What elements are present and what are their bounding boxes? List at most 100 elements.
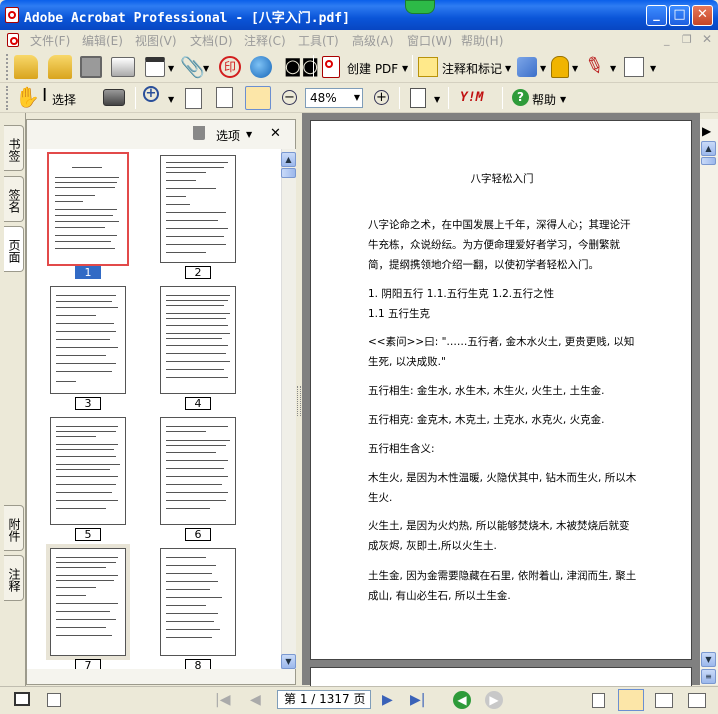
chevron-down-icon[interactable]: ▼	[434, 95, 440, 104]
print-icon[interactable]	[111, 57, 135, 77]
chevron-down-icon[interactable]: ▼	[246, 130, 252, 139]
paperclip-icon[interactable]: 📎	[180, 55, 205, 79]
next-page-icon[interactable]: ▶	[382, 692, 393, 708]
doc-restore-button[interactable]: ❐	[682, 33, 692, 46]
comment-note-icon[interactable]	[418, 57, 438, 77]
scroll-down-button[interactable]: ▼	[281, 654, 296, 669]
first-page-icon[interactable]: |◀	[215, 692, 230, 708]
actual-size-icon[interactable]	[185, 88, 202, 109]
zoom-out-icon[interactable]: −	[282, 90, 297, 105]
chevron-down-icon[interactable]: ▼	[505, 64, 511, 73]
continuous-icon[interactable]	[618, 689, 644, 711]
page-layout-icon[interactable]	[410, 88, 426, 108]
options-menu[interactable]: 选项	[216, 127, 240, 144]
menu-document[interactable]: 文档(D)	[190, 32, 233, 49]
fit-width-icon[interactable]	[245, 86, 271, 110]
scroll-up-button[interactable]: ▲	[281, 152, 296, 167]
chevron-down-icon[interactable]: ▼	[540, 64, 546, 73]
review-icon[interactable]	[517, 57, 537, 77]
secure-icon[interactable]: 印	[219, 56, 241, 78]
select-tool-button[interactable]: 选择	[52, 91, 76, 108]
page-thumbnail-8[interactable]	[160, 548, 236, 656]
forms-icon[interactable]	[624, 57, 644, 77]
select-cursor-icon[interactable]: I	[42, 87, 47, 105]
trash-icon[interactable]	[193, 126, 205, 140]
menu-window[interactable]: 窗口(W)	[407, 32, 452, 49]
updater-tab-icon[interactable]	[405, 0, 435, 14]
create-pdf-icon[interactable]	[322, 56, 340, 78]
zoom-in-icon[interactable]: +	[143, 86, 159, 102]
page-thumbnail-4[interactable]	[160, 286, 236, 394]
previous-view-icon[interactable]: ◀	[453, 691, 471, 709]
menu-comments[interactable]: 注释(C)	[244, 32, 286, 49]
attach-print-icon[interactable]	[145, 57, 165, 77]
lock-icon[interactable]	[551, 56, 569, 78]
doc-properties-icon[interactable]	[47, 693, 61, 707]
page-thumbnail-2[interactable]	[160, 155, 236, 263]
tab-signatures[interactable]: 签名	[4, 176, 24, 222]
split-view-button[interactable]: ≡	[701, 669, 716, 684]
page-thumbnail-1[interactable]	[50, 155, 126, 263]
hand-tool-icon[interactable]: ✋	[15, 85, 40, 109]
minimize-button[interactable]: _	[646, 5, 667, 26]
menu-advanced[interactable]: 高级(A)	[352, 32, 394, 49]
save-icon[interactable]	[80, 56, 102, 78]
tab-comments[interactable]: 注释	[4, 555, 24, 601]
single-page-icon[interactable]	[592, 693, 605, 708]
zoom-in-plus-icon[interactable]: +	[374, 90, 389, 105]
pane-splitter[interactable]	[297, 386, 301, 416]
facing-icon[interactable]	[655, 693, 673, 708]
document-scrollbar[interactable]	[700, 119, 718, 685]
chevron-down-icon[interactable]: ▼	[650, 64, 656, 73]
doc-scroll-up-button[interactable]: ▲	[701, 141, 716, 156]
zoom-input[interactable]: 48% ▼	[305, 88, 363, 108]
acrobat-logo-icon[interactable]	[5, 7, 19, 23]
menu-tools[interactable]: 工具(T)	[298, 32, 339, 49]
tab-bookmarks[interactable]: 书签	[4, 125, 24, 171]
page-thumbnail-6[interactable]	[160, 417, 236, 525]
document-icon[interactable]	[7, 33, 19, 47]
doc-minimize-button[interactable]: _	[664, 33, 670, 46]
chevron-down-icon[interactable]: ▼	[610, 64, 616, 73]
next-view-icon[interactable]: ▶	[485, 691, 503, 709]
expand-right-icon[interactable]: ▶	[702, 124, 711, 138]
yahoo-toolbar-icon[interactable]: Y!M	[460, 90, 483, 105]
chevron-down-icon[interactable]: ▼	[560, 95, 566, 104]
help-button[interactable]: 帮助	[532, 91, 556, 108]
maximize-button[interactable]: □	[669, 5, 690, 26]
chevron-down-icon[interactable]: ▼	[402, 64, 408, 73]
chevron-down-icon[interactable]: ▼	[168, 64, 174, 73]
page-thumbnail-7[interactable]	[50, 548, 126, 656]
page-thumbnail-3[interactable]	[50, 286, 126, 394]
toolbar-grip[interactable]	[6, 86, 10, 110]
menu-help[interactable]: 帮助(H)	[461, 32, 503, 49]
tab-attachments[interactable]: 附件	[4, 505, 24, 551]
previous-page-icon[interactable]: ◀	[250, 692, 261, 708]
menu-edit[interactable]: 编辑(E)	[82, 32, 123, 49]
chevron-down-icon[interactable]: ▼	[203, 64, 209, 73]
thumbnail-scrollbar[interactable]	[281, 149, 296, 669]
continuous-facing-icon[interactable]	[688, 693, 706, 708]
help-icon[interactable]: ?	[512, 89, 529, 106]
pane-toggle-icon[interactable]	[14, 692, 30, 706]
page-thumbnail-5[interactable]	[50, 417, 126, 525]
organizer-icon[interactable]	[48, 55, 72, 79]
doc-close-button[interactable]: ✕	[702, 32, 712, 46]
email-globe-icon[interactable]	[250, 56, 272, 78]
last-page-icon[interactable]: ▶|	[410, 692, 425, 708]
chevron-down-icon[interactable]: ▼	[572, 64, 578, 73]
open-icon[interactable]	[14, 55, 38, 79]
doc-scroll-down-button[interactable]: ▼	[701, 652, 716, 667]
create-pdf-button[interactable]: 创建 PDF	[347, 60, 398, 77]
comment-markup-button[interactable]: 注释和标记	[442, 60, 502, 77]
scroll-thumb[interactable]	[281, 168, 296, 178]
page-number-field[interactable]: 第 1 / 1317 页	[277, 690, 371, 709]
panel-close-icon[interactable]: ✕	[270, 126, 281, 141]
chevron-down-icon[interactable]: ▼	[168, 95, 174, 104]
doc-scroll-thumb[interactable]	[701, 157, 716, 165]
fit-page-icon[interactable]	[216, 87, 233, 108]
toolbar-grip[interactable]	[6, 54, 10, 80]
chevron-down-icon[interactable]: ▼	[354, 93, 360, 102]
snapshot-camera-icon[interactable]	[103, 89, 125, 106]
tab-pages[interactable]: 页面	[4, 226, 24, 272]
